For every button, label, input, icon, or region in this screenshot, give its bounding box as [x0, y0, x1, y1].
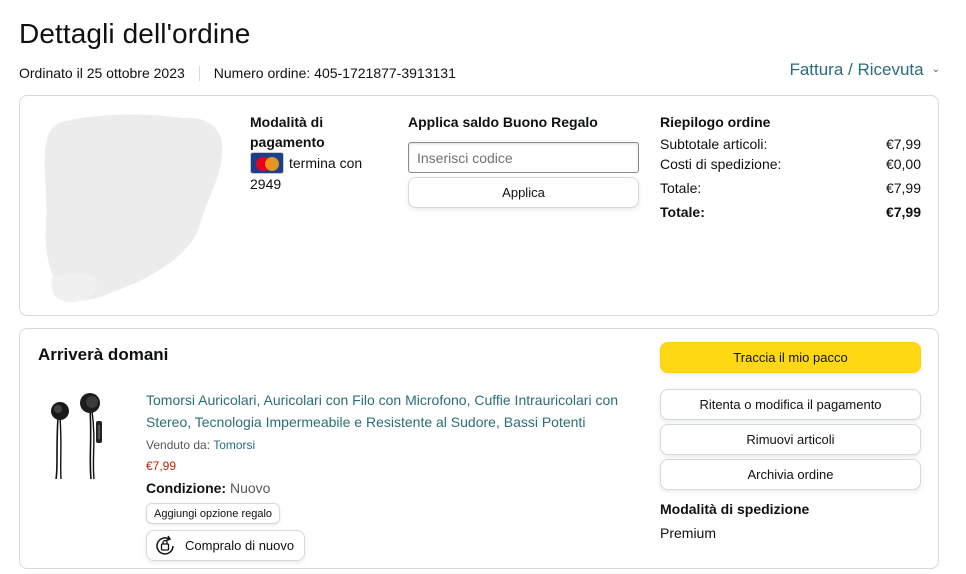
payment-card-line: termina con	[250, 152, 380, 174]
sold-by: Venduto da: Tomorsi	[146, 437, 646, 453]
order-info-card: Modalità di pagamento termina con 2949 A…	[19, 95, 939, 316]
delivery-status: Arriverà domani	[38, 345, 169, 364]
invoice-dropdown[interactable]: Fattura / Ricevuta ⌄	[789, 60, 940, 80]
summary-value: €7,99	[885, 136, 921, 152]
payment-heading: Modalità di pagamento	[250, 114, 325, 150]
summary-label: Totale:	[660, 180, 702, 196]
grand-total-label: Totale:	[660, 204, 705, 220]
chevron-down-icon: ⌄	[931, 63, 940, 75]
shipment-card: Arriverà domani Tomorsi Auricolari, Auri…	[19, 328, 939, 569]
product-title-link[interactable]: Tomorsi Auricolari, Auricolari con Filo …	[146, 389, 646, 433]
summary-row-shipping: Costi di spedizione: €0,00	[660, 154, 921, 174]
summary-row-grand-total: Totale: €7,99	[660, 202, 921, 222]
condition-label: Condizione:	[146, 480, 227, 496]
page-title: Dettagli dell'ordine	[19, 18, 251, 49]
summary-value: €0,00	[885, 156, 921, 172]
summary-row-subtotal: Subtotale articoli: €7,99	[660, 134, 921, 154]
gift-card-heading: Applica saldo Buono Regalo	[408, 114, 598, 130]
buy-again-icon	[156, 535, 174, 555]
payment-method: Modalità di pagamento termina con 2949	[250, 112, 380, 194]
shipping-method-heading: Modalità di spedizione	[660, 501, 810, 517]
shipment-actions: Traccia il mio pacco Ritenta o modifica …	[660, 342, 921, 542]
product-details: Tomorsi Auricolari, Auricolari con Filo …	[146, 389, 646, 561]
add-gift-option-button[interactable]: Aggiungi opzione regalo	[146, 503, 281, 524]
card-digits: 2949	[250, 176, 282, 192]
track-package-button[interactable]: Traccia il mio pacco	[660, 342, 921, 373]
seller-link[interactable]: Tomorsi	[213, 438, 255, 452]
redacted-address	[44, 114, 223, 302]
summary-label: Costi di spedizione:	[660, 156, 782, 172]
retry-payment-button[interactable]: Ritenta o modifica il pagamento	[660, 389, 921, 420]
summary-value: €7,99	[885, 180, 921, 196]
buy-again-button[interactable]: Compralo di nuovo	[146, 530, 306, 561]
summary-row-total: Totale: €7,99	[660, 178, 921, 198]
product-condition: Condizione: Nuovo	[146, 479, 646, 497]
mastercard-icon	[250, 152, 284, 174]
archive-order-button[interactable]: Archivia ordine	[660, 459, 921, 490]
product-price: €7,99	[146, 459, 177, 473]
gift-card-section: Applica saldo Buono Regalo Applica	[408, 112, 640, 208]
gift-code-input[interactable]	[408, 142, 639, 173]
order-date: Ordinato il 25 ottobre 2023	[19, 65, 185, 81]
order-summary: Riepilogo ordine Subtotale articoli: €7,…	[660, 112, 921, 222]
divider	[198, 65, 200, 81]
order-meta: Ordinato il 25 ottobre 2023 Numero ordin…	[19, 65, 456, 81]
remove-items-button[interactable]: Rimuovi articoli	[660, 424, 921, 455]
summary-label: Subtotale articoli:	[660, 136, 768, 152]
card-ends-with: termina con	[289, 155, 363, 171]
invoice-link[interactable]: Fattura / Ricevuta	[789, 60, 923, 80]
summary-heading: Riepilogo ordine	[660, 114, 771, 130]
condition-value: Nuovo	[230, 480, 271, 496]
apply-button[interactable]: Applica	[408, 177, 639, 208]
grand-total-value: €7,99	[885, 204, 921, 220]
order-number: Numero ordine: 405-1721877-3913131	[213, 65, 456, 81]
product-image[interactable]	[46, 389, 106, 481]
buy-again-label: Compralo di nuovo	[185, 538, 295, 553]
sold-by-label: Venduto da:	[146, 438, 211, 452]
shipping-method-value: Premium	[660, 525, 717, 541]
